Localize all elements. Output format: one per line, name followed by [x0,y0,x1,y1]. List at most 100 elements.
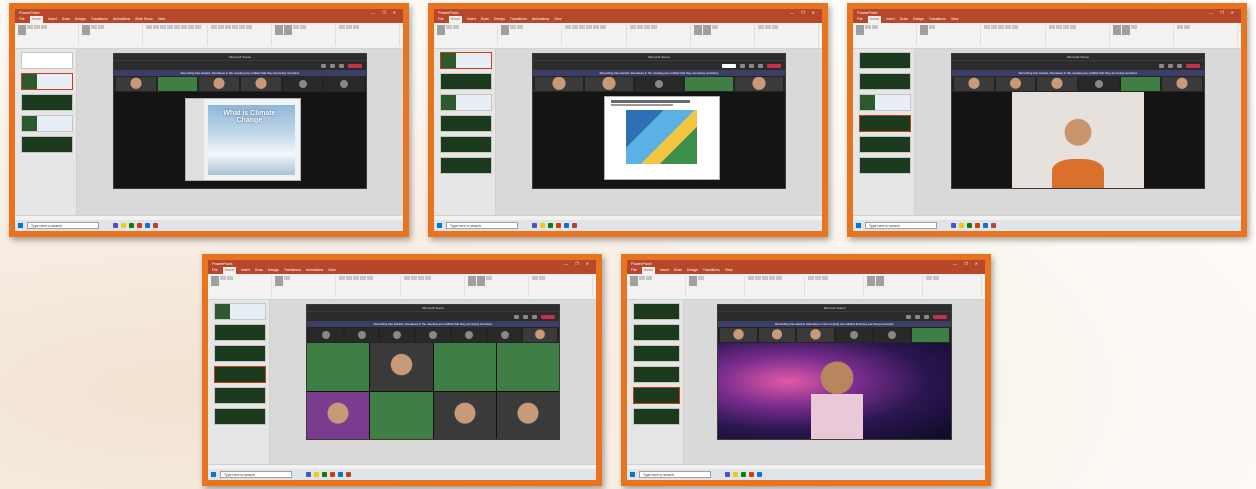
camera-icon[interactable] [1159,63,1165,68]
font-group[interactable] [339,276,401,297]
slide-thumbnail-selected[interactable] [440,52,493,69]
app-icon[interactable] [967,223,972,228]
app-icon[interactable] [741,472,746,477]
paragraph-group[interactable] [210,25,272,46]
slide-thumbnail[interactable] [214,324,267,341]
app-icon[interactable] [153,223,158,228]
slides-group[interactable] [920,25,982,46]
taskbar-search-input[interactable]: Type here to search [220,471,292,478]
taskbar-search-input[interactable]: Type here to search [446,222,518,229]
app-icon[interactable] [733,472,738,477]
tab-animations[interactable]: Animations [306,267,323,274]
paragraph-group[interactable] [403,276,465,297]
slide-thumbnail[interactable] [214,345,267,362]
slide-thumbnail[interactable] [440,115,493,132]
editing-group[interactable] [338,25,401,46]
slide-thumbnail-selected[interactable] [21,73,74,90]
clipboard-group[interactable] [18,25,80,46]
share-icon[interactable] [532,314,538,319]
font-group[interactable] [146,25,208,46]
mic-icon[interactable] [749,63,755,68]
slide-thumbnail[interactable] [633,366,681,383]
slide-thumbnail[interactable] [859,157,912,174]
clipboard-group[interactable] [630,276,687,297]
slide-thumbnail[interactable] [214,408,267,425]
leave-button[interactable] [541,314,556,319]
paragraph-group[interactable] [1048,25,1110,46]
camera-icon[interactable] [905,314,911,319]
slide-thumbnail[interactable] [440,94,493,111]
app-icon[interactable] [314,472,319,477]
camera-icon[interactable] [514,314,520,319]
windows-start-icon[interactable] [856,223,861,228]
tab-draw[interactable]: Draw [481,16,489,23]
tab-slideshow[interactable]: Slide Show [135,16,153,23]
tab-file[interactable]: File [631,267,637,274]
app-icon[interactable] [959,223,964,228]
tab-design[interactable]: Design [913,16,924,23]
drawing-group[interactable] [693,25,755,46]
app-icon[interactable] [121,223,126,228]
app-icon[interactable] [564,223,569,228]
clipboard-group[interactable] [211,276,273,297]
leave-button[interactable] [932,314,947,319]
slide-thumbnail[interactable] [440,136,493,153]
font-group[interactable] [748,276,805,297]
app-icon[interactable] [532,223,537,228]
tab-transitions[interactable]: Transitions [91,16,108,23]
leave-button[interactable] [767,63,782,68]
share-icon[interactable] [758,63,764,68]
app-icon[interactable] [749,472,754,477]
editing-group[interactable] [1176,25,1239,46]
tab-insert[interactable]: Insert [48,16,57,23]
tab-insert[interactable]: Insert [241,267,250,274]
slides-group[interactable] [501,25,563,46]
taskbar-search-input[interactable]: Type here to search [865,222,937,229]
app-icon[interactable] [322,472,327,477]
tab-design[interactable]: Design [75,16,86,23]
clipboard-group[interactable] [856,25,918,46]
taskbar-search-input[interactable]: Type here to search [639,471,711,478]
drawing-group[interactable] [467,276,529,297]
tab-animations[interactable]: Animations [532,16,549,23]
drawing-group[interactable] [1112,25,1174,46]
tab-insert[interactable]: Insert [886,16,895,23]
tab-home[interactable]: Home [222,267,236,274]
slide-thumbnail[interactable] [859,73,912,90]
slide-thumbnail-selected[interactable] [859,115,912,132]
tab-transitions[interactable]: Transitions [703,267,720,274]
tab-view[interactable]: View [951,16,959,23]
slide-thumbnail[interactable] [440,73,493,90]
window-controls[interactable]: — ❐ ✕ [371,9,399,16]
tab-draw[interactable]: Draw [62,16,70,23]
drawing-group[interactable] [866,276,923,297]
windows-start-icon[interactable] [437,223,442,228]
tab-draw[interactable]: Draw [900,16,908,23]
tab-home[interactable]: Home [641,267,655,274]
window-controls[interactable]: — ❐ ✕ [790,9,818,16]
paragraph-group[interactable] [807,276,864,297]
slide-thumbnail-selected[interactable] [633,387,681,404]
leave-button[interactable] [348,63,363,68]
tab-file[interactable]: File [212,267,218,274]
tab-transitions[interactable]: Transitions [510,16,527,23]
tab-design[interactable]: Design [268,267,279,274]
slide-thumbnail[interactable] [633,345,681,362]
mic-icon[interactable] [330,63,336,68]
windows-start-icon[interactable] [18,223,23,228]
tab-design[interactable]: Design [687,267,698,274]
app-icon[interactable] [991,223,996,228]
editing-group[interactable] [925,276,983,297]
share-icon[interactable] [1177,63,1183,68]
font-group[interactable] [565,25,627,46]
tab-draw[interactable]: Draw [674,267,682,274]
slide-thumbnail[interactable] [633,324,681,341]
slide-thumbnail[interactable] [21,94,74,111]
app-icon[interactable] [346,472,351,477]
tab-insert[interactable]: Insert [467,16,476,23]
app-icon[interactable] [975,223,980,228]
windows-start-icon[interactable] [211,472,216,477]
leave-button[interactable] [1186,63,1201,68]
tab-view[interactable]: View [158,16,166,23]
slides-group[interactable] [82,25,144,46]
